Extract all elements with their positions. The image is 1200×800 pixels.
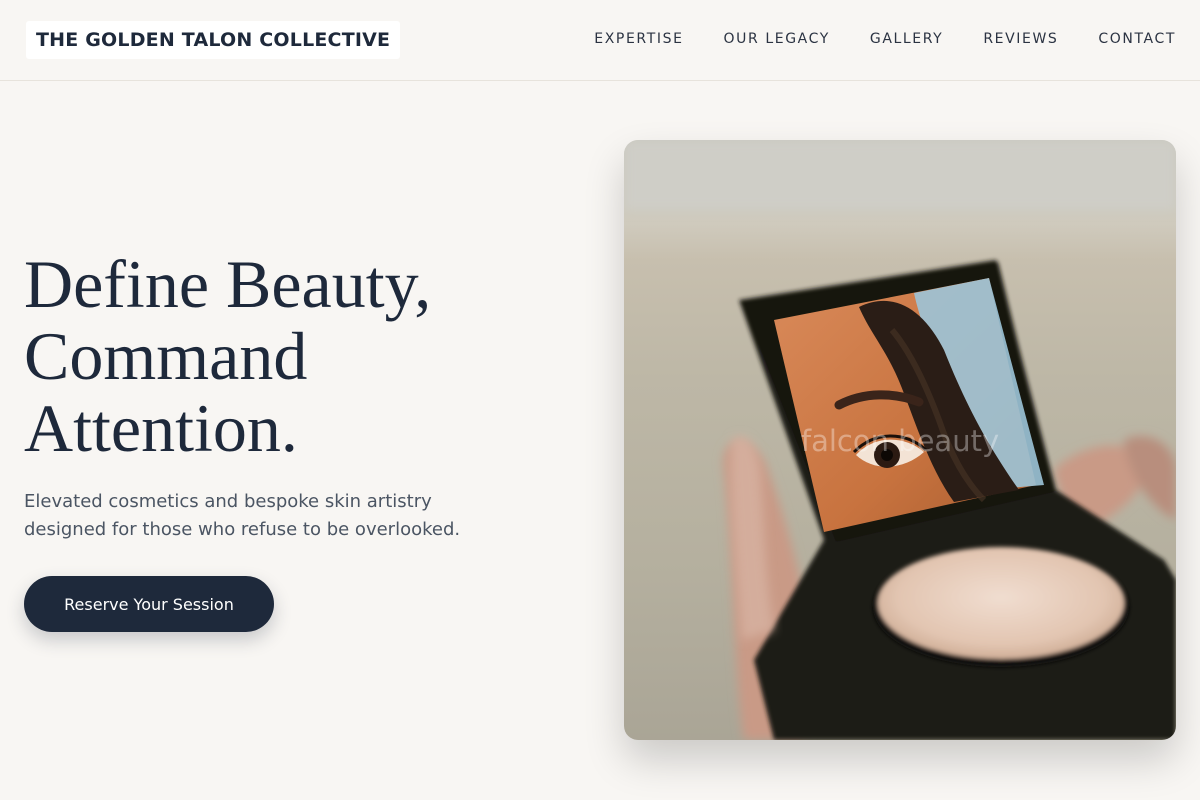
nav-link-our-legacy[interactable]: OUR LEGACY [724, 30, 830, 48]
hero-title-line: Define Beauty, [24, 246, 432, 322]
hero-title-line: Command [24, 318, 308, 394]
hero-image: falcon beauty [624, 140, 1176, 740]
reserve-session-button[interactable]: Reserve Your Session [24, 576, 274, 632]
nav-link-reviews[interactable]: REVIEWS [983, 30, 1058, 48]
hero-subtitle: Elevated cosmetics and bespoke skin arti… [24, 488, 494, 544]
photo-watermark: falcon beauty [800, 424, 1000, 458]
site-header: THE GOLDEN TALON COLLECTIVE EXPERTISE OU… [0, 0, 1200, 81]
main-nav: EXPERTISE OUR LEGACY GALLERY REVIEWS CON… [594, 30, 1176, 48]
hero-subtitle-line: designed for those who refuse to be over… [24, 519, 461, 540]
hero-title: Define Beauty, Command Attention. [24, 248, 584, 464]
nav-link-contact[interactable]: CONTACT [1098, 30, 1176, 48]
brand-logo[interactable]: THE GOLDEN TALON COLLECTIVE [26, 21, 401, 59]
hero-subtitle-line: Elevated cosmetics and bespoke skin arti… [24, 491, 432, 512]
nav-link-gallery[interactable]: GALLERY [870, 30, 943, 48]
hero-title-line: Attention. [24, 390, 298, 466]
nav-link-expertise[interactable]: EXPERTISE [594, 30, 683, 48]
